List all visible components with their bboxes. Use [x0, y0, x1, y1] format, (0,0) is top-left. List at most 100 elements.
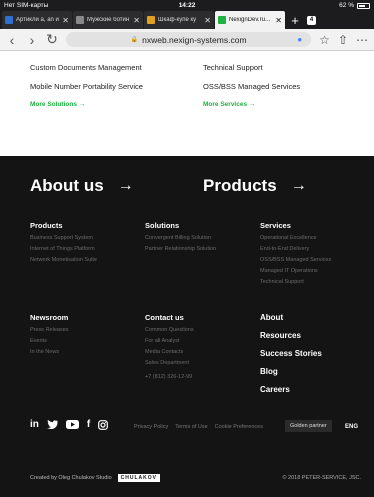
- footer-link[interactable]: Events: [30, 338, 69, 349]
- tab-strip: Артикли а, an и ✕ Мужские ботин ✕ Шкаф-к…: [0, 11, 374, 29]
- footer-link[interactable]: In the News: [30, 349, 69, 360]
- about-us-link[interactable]: About us →: [30, 176, 134, 196]
- favicon-icon: [76, 16, 84, 24]
- youtube-icon[interactable]: [65, 420, 79, 429]
- url-text: nxweb.nexign-systems.com: [142, 34, 247, 45]
- site-footer: About us → Products → Products Business …: [0, 156, 374, 497]
- terms-link[interactable]: Terms of Use: [175, 424, 207, 430]
- footer-link[interactable]: Business Support System: [30, 235, 97, 246]
- tab-label: Шкаф-купе ку: [158, 17, 197, 23]
- language-switch[interactable]: ENG: [345, 424, 358, 430]
- instagram-icon[interactable]: [98, 419, 109, 430]
- footer-link[interactable]: For all Analyst: [145, 338, 194, 349]
- web-page: Custom Documents Management Mobile Numbe…: [0, 51, 374, 497]
- new-tab-button[interactable]: +: [286, 11, 304, 29]
- cookie-preferences-link[interactable]: Cookie Preferences: [215, 424, 263, 430]
- close-tab-icon[interactable]: ✕: [275, 16, 282, 25]
- microphone-icon[interactable]: ●: [297, 35, 302, 44]
- services-heading[interactable]: Services: [260, 221, 331, 230]
- browser-tab-1[interactable]: Артикли а, an и ✕: [2, 11, 72, 29]
- share-icon[interactable]: ⇧: [338, 33, 348, 47]
- battery-icon: [357, 2, 370, 9]
- battery-percent: 62 %: [339, 2, 354, 9]
- tab-label: Мужские ботин: [87, 17, 130, 23]
- newsroom-column: Newsroom Press Releases Events In the Ne…: [30, 313, 69, 360]
- footer-link[interactable]: Technical Support: [260, 279, 331, 290]
- footer-link[interactable]: Media Contacts: [145, 349, 194, 360]
- footer-link[interactable]: Network Monetisation Suite: [30, 257, 97, 268]
- copyright: © 2018 PETER-SERVICE, JSC.: [282, 475, 361, 481]
- products-heading[interactable]: Products: [30, 221, 97, 230]
- success-stories-link[interactable]: Success Stories: [260, 349, 322, 367]
- service-link[interactable]: OSS/BSS Managed Services: [203, 82, 374, 101]
- solutions-section: Custom Documents Management Mobile Numbe…: [0, 51, 374, 156]
- address-bar[interactable]: 🔒 nxweb.nexign-systems.com ●: [66, 32, 312, 47]
- social-links: in f: [30, 419, 109, 430]
- favicon-icon: [5, 16, 13, 24]
- legal-links: Privacy Policy Terms of Use Cookie Prefe…: [134, 424, 263, 430]
- twitter-icon[interactable]: [47, 420, 58, 429]
- service-link[interactable]: Technical Support: [203, 63, 374, 82]
- about-us-label: About us: [30, 176, 104, 195]
- arrow-right-icon: →: [290, 177, 307, 194]
- status-bar: Нет SIM-карты 14:22 62 %: [0, 0, 374, 11]
- back-icon[interactable]: ‹: [6, 32, 18, 48]
- linkedin-icon[interactable]: in: [30, 419, 39, 430]
- resources-link[interactable]: Resources: [260, 331, 322, 349]
- blog-link[interactable]: Blog: [260, 367, 322, 385]
- more-services-link[interactable]: More Services →: [203, 101, 374, 108]
- credit-text[interactable]: Created by Oleg Chulakov Studio: [30, 475, 112, 481]
- footer-link[interactable]: Managed IT Operations: [260, 268, 331, 279]
- newsroom-heading[interactable]: Newsroom: [30, 313, 69, 322]
- lock-icon: 🔒: [130, 37, 139, 43]
- tab-label: NexignDev.ru - Гл: [229, 17, 273, 23]
- more-menu-icon[interactable]: ⋯: [356, 33, 368, 47]
- footer-link[interactable]: End-to-End Delivery: [260, 246, 331, 257]
- products-column: Products Business Support System Interne…: [30, 221, 97, 268]
- footer-link[interactable]: Convergent Billing Solution: [145, 235, 216, 246]
- more-solutions-link[interactable]: More Solutions →: [30, 101, 203, 108]
- arrow-right-icon: →: [117, 177, 134, 194]
- solutions-column: Solutions Convergent Billing Solution Pa…: [145, 221, 216, 257]
- footer-link[interactable]: Common Questions: [145, 327, 194, 338]
- carrier-label: Нет SIM-карты: [4, 2, 49, 9]
- contact-heading[interactable]: Contact us: [145, 313, 194, 322]
- favicon-icon: [147, 16, 155, 24]
- forward-icon[interactable]: ›: [26, 32, 38, 48]
- close-tab-icon[interactable]: ✕: [133, 16, 140, 25]
- tab-label: Артикли а, an и: [16, 17, 59, 23]
- close-tab-icon[interactable]: ✕: [62, 16, 69, 25]
- credit: Created by Oleg Chulakov Studio CHULAKOV: [30, 474, 160, 482]
- browser-toolbar: ‹ › ↻ 🔒 nxweb.nexign-systems.com ● ☆ ⇧ ⋯: [0, 29, 374, 51]
- solutions-heading[interactable]: Solutions: [145, 221, 216, 230]
- bookmark-star-icon[interactable]: ☆: [319, 33, 330, 47]
- facebook-icon[interactable]: f: [87, 419, 90, 430]
- tab-count-button[interactable]: 4: [307, 15, 316, 25]
- solution-link[interactable]: Mobile Number Portability Service: [30, 82, 203, 101]
- favicon-icon: [218, 16, 226, 24]
- chulakov-logo[interactable]: CHULAKOV: [117, 474, 160, 482]
- status-right: 62 %: [339, 2, 370, 9]
- browser-tab-2[interactable]: Мужские ботин ✕: [73, 11, 143, 29]
- browser-tab-4[interactable]: NexignDev.ru - Гл ✕: [215, 11, 285, 29]
- products-link[interactable]: Products →: [203, 176, 307, 196]
- close-tab-icon[interactable]: ✕: [204, 16, 211, 25]
- footer-link[interactable]: Sales Department: [145, 360, 194, 371]
- golden-partner-badge[interactable]: Golden partner: [285, 420, 332, 432]
- solution-link[interactable]: Custom Documents Management: [30, 63, 203, 82]
- clock: 14:22: [178, 2, 196, 9]
- footer-link[interactable]: Press Releases: [30, 327, 69, 338]
- products-label: Products: [203, 176, 277, 195]
- footer-link[interactable]: Internet of Things Platform: [30, 246, 97, 257]
- privacy-policy-link[interactable]: Privacy Policy: [134, 424, 168, 430]
- footer-link[interactable]: OSS/BSS Managed Services: [260, 257, 331, 268]
- services-column: Services Operational Excellence End-to-E…: [260, 221, 331, 290]
- careers-link[interactable]: Careers: [260, 385, 322, 403]
- about-link[interactable]: About: [260, 313, 322, 331]
- phone-link[interactable]: +7 (812) 326-12-99: [145, 374, 194, 385]
- footer-link[interactable]: Operational Excellence: [260, 235, 331, 246]
- reload-icon[interactable]: ↻: [46, 31, 58, 48]
- browser-tab-3[interactable]: Шкаф-купе ку ✕: [144, 11, 214, 29]
- contact-column: Contact us Common Questions For all Anal…: [145, 313, 194, 385]
- footer-link[interactable]: Partner Relationship Solution: [145, 246, 216, 257]
